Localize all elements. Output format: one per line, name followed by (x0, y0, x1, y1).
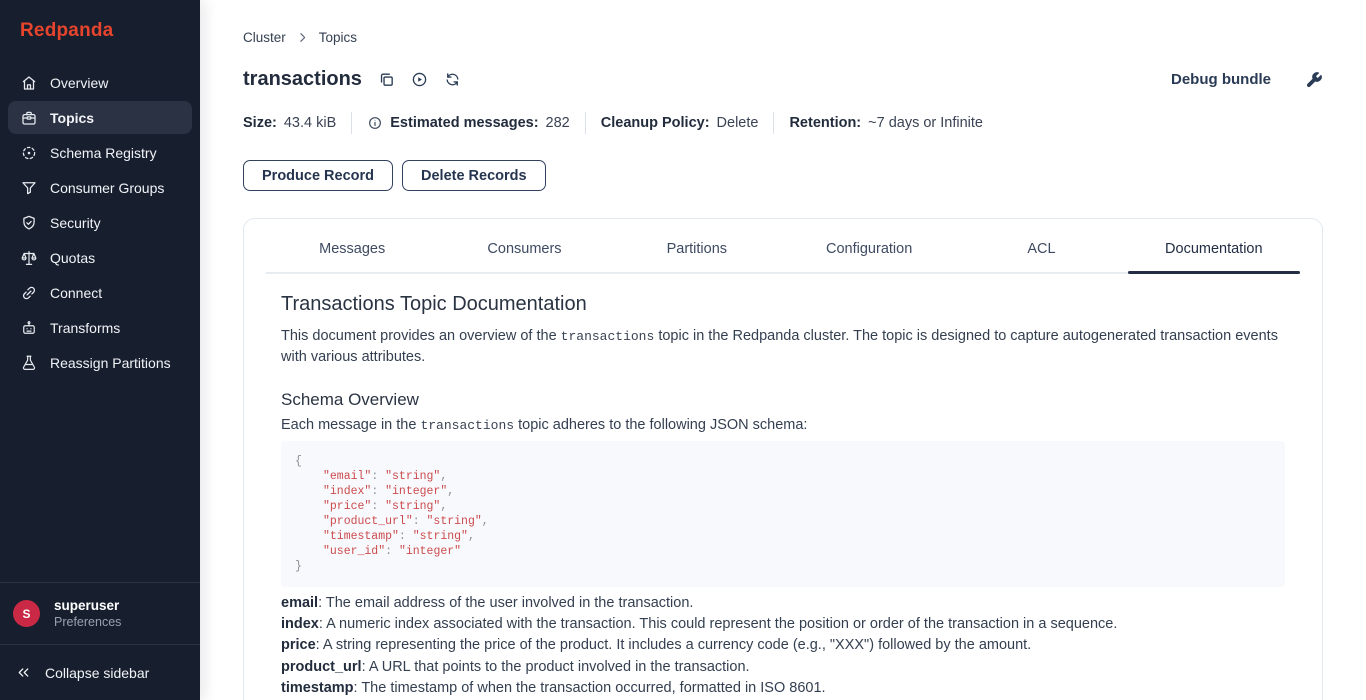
user-preferences-link[interactable]: Preferences (54, 614, 121, 630)
field-definition: price: A string representing the price o… (281, 635, 1285, 656)
divider (351, 112, 352, 134)
sidebar-item-connect[interactable]: Connect (8, 276, 192, 309)
code-entry: "timestamp": "string", (295, 529, 1271, 544)
sidebar-item-topics[interactable]: Topics (8, 101, 192, 134)
tab-configuration[interactable]: Configuration (783, 219, 955, 272)
shield-check-icon (20, 214, 38, 232)
avatar: S (13, 600, 40, 627)
sidebar-item-consumer-groups[interactable]: Consumer Groups (8, 171, 192, 204)
sidebar-item-overview[interactable]: Overview (8, 66, 192, 99)
sidebar-item-schema-registry[interactable]: Schema Registry (8, 136, 192, 169)
inline-code: transactions (420, 418, 514, 433)
field-definition: timestamp: The timestamp of when the tra… (281, 678, 1285, 699)
user-name: superuser (54, 597, 121, 614)
stat-cleanup-policy: Cleanup Policy: Delete (601, 115, 759, 131)
schema-intro: Each message in the transactions topic a… (281, 415, 1285, 436)
sidebar-item-reassign-partitions[interactable]: Reassign Partitions (8, 346, 192, 379)
topic-detail-card: Messages Consumers Partitions Configurat… (243, 218, 1323, 700)
robot-icon (20, 319, 38, 337)
wrench-icon[interactable] (1305, 71, 1323, 89)
breadcrumb-cluster[interactable]: Cluster (243, 30, 286, 45)
delete-records-button[interactable]: Delete Records (402, 160, 546, 191)
home-icon (20, 74, 38, 92)
divider (585, 112, 586, 134)
flask-icon (20, 354, 38, 372)
main-content: Cluster Topics transactions Debug bundle (200, 0, 1366, 700)
schema-overview-heading: Schema Overview (281, 390, 1285, 410)
divider (773, 112, 774, 134)
inline-code: transactions (561, 329, 655, 344)
stat-size: Size: 43.4 kiB (243, 115, 336, 131)
tab-messages[interactable]: Messages (266, 219, 438, 272)
sidebar-footer: S superuser Preferences Collapse sidebar (0, 582, 200, 700)
topic-stats: Size: 43.4 kiB Estimated messages: 282 C… (243, 112, 1323, 134)
link-icon (20, 284, 38, 302)
play-circle-icon[interactable] (411, 71, 428, 88)
sidebar-item-quotas[interactable]: Quotas (8, 241, 192, 274)
redpanda-logo[interactable]: Redpanda (0, 0, 200, 58)
sidebar-item-label: Transforms (50, 320, 120, 336)
sidebar-item-label: Security (50, 215, 101, 231)
code-entry: "email": "string", (295, 469, 1271, 484)
tab-documentation[interactable]: Documentation (1128, 219, 1300, 272)
funnel-icon (20, 179, 38, 197)
topic-actions: Produce Record Delete Records (243, 160, 1323, 191)
breadcrumb-topics[interactable]: Topics (319, 30, 357, 45)
sidebar: Redpanda Overview Topics Schema Registry… (0, 0, 200, 700)
tab-consumers[interactable]: Consumers (438, 219, 610, 272)
code-entry: "product_url": "string", (295, 514, 1271, 529)
stat-retention: Retention: ~7 days or Infinite (789, 115, 983, 131)
page-header: transactions Debug bundle (243, 68, 1323, 91)
documentation-content: Transactions Topic Documentation This do… (244, 274, 1322, 700)
sidebar-item-label: Schema Registry (50, 145, 157, 161)
breadcrumb: Cluster Topics (243, 0, 1323, 45)
field-definition: product_url: A URL that points to the pr… (281, 657, 1285, 678)
code-entry: "price": "string", (295, 499, 1271, 514)
stat-estimated-messages: Estimated messages: 282 (367, 115, 570, 131)
sidebar-nav: Overview Topics Schema Registry Consumer… (0, 64, 200, 381)
code-entry: "user_id": "integer" (295, 544, 1271, 559)
page-title: transactions (243, 68, 362, 91)
tab-bar: Messages Consumers Partitions Configurat… (266, 219, 1300, 274)
doc-intro: This document provides an overview of th… (281, 326, 1285, 368)
scales-icon (20, 249, 38, 267)
topics-box-icon (20, 109, 38, 127)
json-schema-code-block: { "email": "string", "index": "integer",… (281, 441, 1285, 587)
double-chevron-left-icon (15, 664, 32, 681)
tab-acl[interactable]: ACL (955, 219, 1127, 272)
info-icon[interactable] (367, 115, 383, 131)
sidebar-item-security[interactable]: Security (8, 206, 192, 239)
tab-partitions[interactable]: Partitions (611, 219, 783, 272)
produce-record-button[interactable]: Produce Record (243, 160, 393, 191)
sidebar-item-label: Connect (50, 285, 102, 301)
sidebar-item-transforms[interactable]: Transforms (8, 311, 192, 344)
field-definition: email: The email address of the user inv… (281, 593, 1285, 614)
chevron-right-icon (296, 31, 309, 44)
code-entry: "index": "integer", (295, 484, 1271, 499)
schema-registry-icon (20, 144, 38, 162)
collapse-sidebar-label: Collapse sidebar (45, 665, 149, 681)
field-definitions: email: The email address of the user inv… (281, 593, 1285, 700)
sidebar-item-label: Quotas (50, 250, 95, 266)
collapse-sidebar-button[interactable]: Collapse sidebar (0, 644, 200, 700)
copy-icon[interactable] (378, 71, 395, 88)
doc-title: Transactions Topic Documentation (281, 293, 1285, 316)
debug-bundle-link[interactable]: Debug bundle (1171, 71, 1271, 88)
sidebar-item-label: Reassign Partitions (50, 355, 171, 371)
refresh-icon[interactable] (444, 71, 461, 88)
field-definition: index: A numeric index associated with t… (281, 614, 1285, 635)
user-menu[interactable]: S superuser Preferences (0, 582, 200, 644)
sidebar-item-label: Topics (50, 110, 94, 126)
sidebar-item-label: Consumer Groups (50, 180, 164, 196)
sidebar-item-label: Overview (50, 75, 108, 91)
